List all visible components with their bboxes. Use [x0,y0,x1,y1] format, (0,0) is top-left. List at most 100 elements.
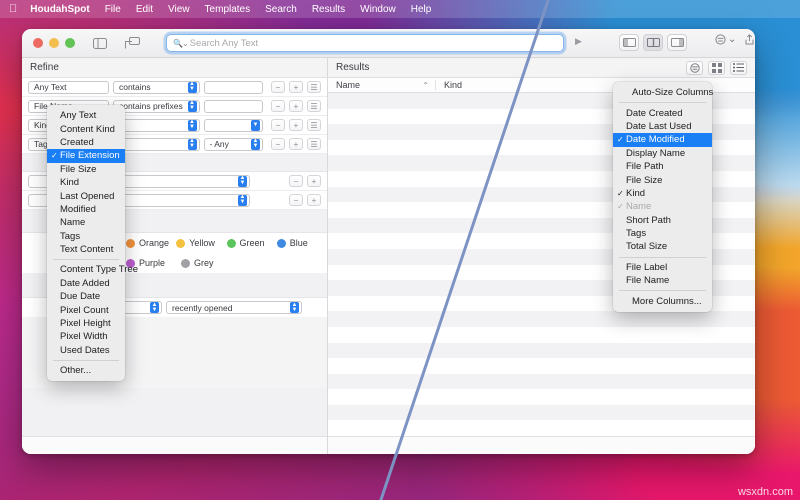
add-row-button[interactable]: + [289,100,303,112]
menu-item-help[interactable]: Help [411,4,432,15]
columns-menu-item-date-last-used[interactable]: Date Last Used [613,120,712,133]
refine-menu-item-last-opened[interactable]: Last Opened [47,189,125,202]
remove-row-button[interactable]: − [271,81,285,93]
row-menu-button[interactable]: ☰ [307,119,321,131]
menu-item-houdahspot[interactable]: HoudahSpot [30,4,89,15]
stepper-icon[interactable]: ▲▼ [188,139,197,150]
column-header-kind[interactable]: Kind [436,80,462,90]
add-row-button[interactable]: + [307,175,321,187]
operator-select[interactable]: contains ▲▼ [113,81,200,94]
search-field[interactable]: 🔍⌄ Search Any Text [166,34,564,52]
operator-select[interactable]: is ▲▼ [113,138,200,151]
columns-menu-item-total-size[interactable]: Total Size [613,240,712,253]
close-button[interactable] [33,38,43,48]
remove-row-button[interactable]: − [271,100,285,112]
chevron-down-icon[interactable]: ▼ [251,120,260,131]
table-row[interactable] [328,343,755,359]
add-row-button[interactable]: + [289,119,303,131]
grid-view-icon[interactable] [708,61,725,75]
refine-menu-item-content-kind[interactable]: Content Kind [47,122,125,135]
sort-criterion-select[interactable]: recently opened ▲▼ [166,301,302,314]
detail-panel-icon[interactable] [123,36,141,50]
refine-menu-item-pixel-height[interactable]: Pixel Height [47,317,125,330]
add-row-button[interactable]: + [289,138,303,150]
refine-menu-item-created[interactable]: Created [47,136,125,149]
value-select[interactable]: ▼ [204,119,263,132]
refine-menu-item-date-added[interactable]: Date Added [47,277,125,290]
menu-item-templates[interactable]: Templates [205,4,251,15]
apple-icon[interactable]:  [9,4,17,15]
table-row[interactable] [328,389,755,405]
stepper-icon[interactable]: ▲▼ [188,101,197,112]
color-tag-orange[interactable]: Orange [126,238,176,248]
stepper-icon[interactable]: ▲▼ [251,139,260,150]
share-icon[interactable]: ⌄ [745,34,755,45]
columns-menu-item-kind[interactable]: ✓Kind [613,187,712,200]
stepper-icon[interactable]: ▲▼ [188,120,197,131]
menu-item-file[interactable]: File [105,4,121,15]
remove-row-button[interactable]: − [289,175,303,187]
columns-menu-item-tags[interactable]: Tags [613,227,712,240]
remove-row-button[interactable]: − [271,119,285,131]
columns-menu-item-display-name[interactable]: Display Name [613,147,712,160]
color-tag-green[interactable]: Green [227,238,277,248]
table-row[interactable] [328,311,755,327]
sidebar-toggle-icon[interactable] [91,36,109,50]
menu-item-window[interactable]: Window [360,4,396,15]
columns-menu-item-date-created[interactable]: Date Created [613,106,712,119]
refine-menu-item-tags[interactable]: Tags [47,230,125,243]
row-menu-button[interactable]: ☰ [307,138,321,150]
menu-item-results[interactable]: Results [312,4,345,15]
operator-select[interactable]: contains prefixes ▲▼ [113,100,200,113]
stepper-icon[interactable]: ▲▼ [290,302,299,313]
columns-menu-item-more-columns[interactable]: More Columns... [613,294,712,307]
stepper-icon[interactable]: ▲▼ [238,195,247,206]
refine-menu-item-kind[interactable]: Kind [47,176,125,189]
refine-menu-item-due-date[interactable]: Due Date [47,290,125,303]
refine-menu-item-content-type-tree[interactable]: Content Type Tree [47,263,125,276]
stepper-icon[interactable]: ▲▼ [150,302,159,313]
add-row-button[interactable]: + [289,81,303,93]
attribute-select[interactable]: Any Text [28,81,109,94]
column-header-name[interactable]: Name ⌃ [328,80,436,90]
table-row[interactable] [328,420,755,436]
remove-row-button[interactable]: − [271,138,285,150]
columns-menu-item-auto-size-columns[interactable]: Auto-Size Columns [613,86,712,99]
refine-menu-item-file-extension[interactable]: ✓File Extension [47,149,125,162]
refine-attribute-menu[interactable]: Any TextContent KindCreated✓File Extensi… [47,105,125,381]
menu-item-edit[interactable]: Edit [136,4,153,15]
table-row[interactable] [328,327,755,343]
list-view-icon[interactable] [730,61,747,75]
refine-menu-item-other[interactable]: Other... [47,364,125,377]
refine-menu-item-any-text[interactable]: Any Text [47,109,125,122]
columns-menu-item-name[interactable]: ✓Name [613,200,712,213]
color-tag-grey[interactable]: Grey [181,258,236,268]
refine-menu-item-used-dates[interactable]: Used Dates [47,344,125,357]
stepper-icon[interactable]: ▲▼ [238,176,247,187]
color-tag-blue[interactable]: Blue [277,238,327,248]
refine-menu-item-file-size[interactable]: File Size [47,163,125,176]
results-columns-menu[interactable]: Auto-Size Columns Date CreatedDate Last U… [613,82,712,312]
add-row-button[interactable]: + [307,194,321,206]
refine-menu-item-text-content[interactable]: Text Content [47,243,125,256]
refine-menu-item-name[interactable]: Name [47,216,125,229]
menu-item-search[interactable]: Search [265,4,297,15]
zoom-button[interactable] [65,38,75,48]
row-menu-button[interactable]: ☰ [307,100,321,112]
columns-menu-item-short-path[interactable]: Short Path [613,214,712,227]
menu-item-view[interactable]: View [168,4,190,15]
operator-select[interactable]: is ▲▼ [113,119,200,132]
stepper-icon[interactable]: ▲▼ [188,82,197,93]
refine-menu-item-pixel-count[interactable]: Pixel Count [47,303,125,316]
remove-row-button[interactable]: − [289,194,303,206]
columns-menu-item-file-name[interactable]: File Name [613,274,712,287]
columns-menu-item-file-label[interactable]: File Label [613,261,712,274]
columns-menu-item-date-modified[interactable]: ✓Date Modified [613,133,712,146]
view-split-button[interactable] [643,34,663,51]
view-left-button[interactable] [619,34,639,51]
columns-menu-item-file-path[interactable]: File Path [613,160,712,173]
value-input[interactable] [204,100,263,113]
refine-menu-item-pixel-width[interactable]: Pixel Width [47,330,125,343]
row-menu-button[interactable]: ☰ [307,81,321,93]
table-row[interactable] [328,374,755,390]
